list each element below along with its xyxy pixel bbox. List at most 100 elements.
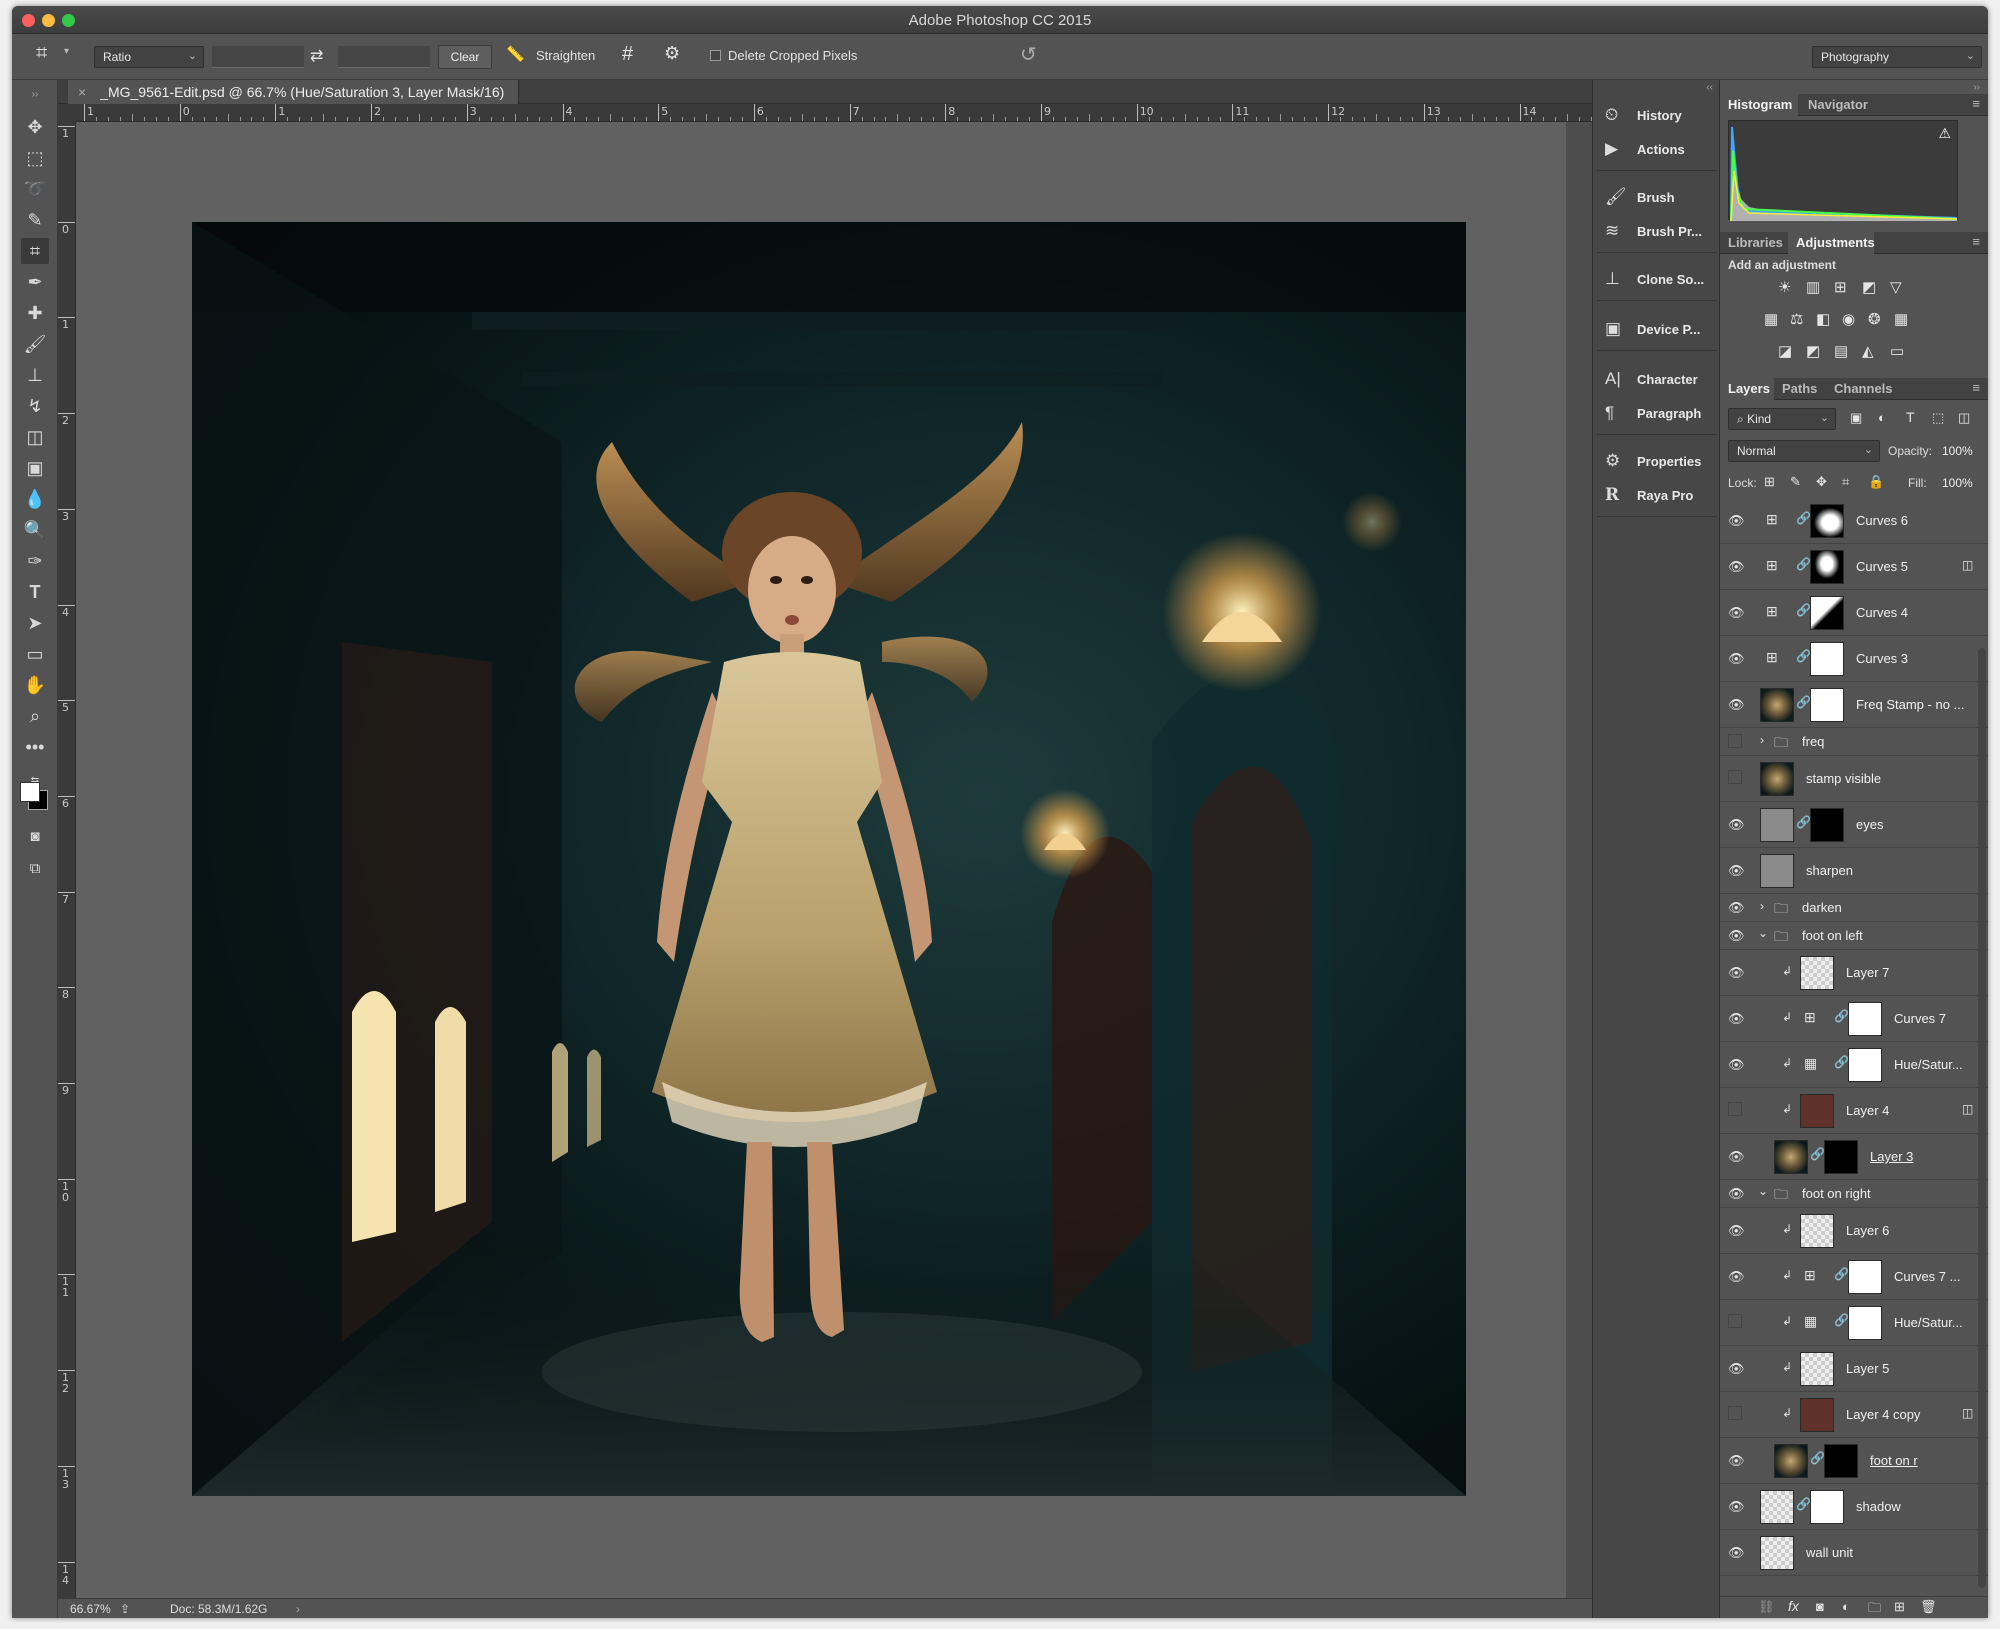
layers-scrollbar[interactable] <box>1978 648 1986 1588</box>
photo-filter-icon[interactable]: ◉ <box>1842 310 1855 328</box>
layer-name[interactable]: Hue/Satur... <box>1894 1315 1963 1330</box>
hue-saturation-icon[interactable]: ▦ <box>1764 310 1778 328</box>
chain-link-icon[interactable]: 🔗 <box>1796 649 1811 663</box>
straighten-label[interactable]: Straighten <box>536 48 595 63</box>
eye-icon[interactable]: 👁 <box>1728 697 1745 713</box>
layer-row[interactable]: 👁 🔗 Layer 3 <box>1720 1134 1988 1180</box>
layer-row[interactable]: 👁 ↲ ⊞ 🔗 Curves 7 <box>1720 996 1988 1042</box>
layer-mask-thumbnail[interactable] <box>1824 1140 1858 1174</box>
pen-tool-icon[interactable]: ✑ <box>21 548 49 574</box>
layer-thumbnail[interactable] <box>1774 1444 1808 1478</box>
layer-thumbnail[interactable] <box>1774 1140 1808 1174</box>
type-tool-icon[interactable]: T <box>21 579 49 605</box>
eye-icon[interactable]: 👁 <box>1728 817 1745 833</box>
collapse-dock-icon[interactable]: ‹‹ <box>1706 82 1713 93</box>
eye-icon[interactable]: 👁 <box>1728 1361 1745 1377</box>
layer-mask-thumbnail[interactable] <box>1810 642 1844 676</box>
lock-pixels-icon[interactable]: ✎ <box>1790 474 1801 490</box>
tab-channels[interactable]: Channels <box>1834 381 1893 396</box>
lasso-tool-icon[interactable]: ➰ <box>21 176 49 202</box>
layer-mask-thumbnail[interactable] <box>1824 1444 1858 1478</box>
layer-thumbnail[interactable] <box>1760 1536 1794 1570</box>
chevron-down-icon[interactable]: ⌄ <box>1758 1184 1768 1198</box>
clone-stamp-tool-icon[interactable]: ⊥ <box>21 362 49 388</box>
eye-icon[interactable]: 👁 <box>1728 513 1745 529</box>
layer-mask-thumbnail[interactable] <box>1810 688 1844 722</box>
layer-thumbnail[interactable] <box>1800 956 1834 990</box>
threshold-icon[interactable]: ▤ <box>1834 342 1848 360</box>
eye-icon[interactable]: 👁 <box>1728 559 1745 575</box>
panel-menu-icon[interactable]: ≡ <box>1972 380 1980 395</box>
path-select-tool-icon[interactable]: ➤ <box>21 610 49 636</box>
quick-select-tool-icon[interactable]: ✎ <box>21 207 49 233</box>
filter-smart-object-icon[interactable]: ◫ <box>1958 410 1970 426</box>
vertical-ruler[interactable]: 101234567891 01 11 21 31 4 <box>58 122 76 1598</box>
chain-link-icon[interactable]: 🔗 <box>1796 511 1811 525</box>
hand-tool-icon[interactable]: ✋ <box>21 672 49 698</box>
chain-link-icon[interactable]: 🔗 <box>1796 603 1811 617</box>
layer-thumbnail[interactable] <box>1760 1490 1794 1524</box>
chain-link-icon[interactable]: 🔗 <box>1796 695 1811 709</box>
marquee-tool-icon[interactable]: ⬚ <box>21 145 49 171</box>
screen-mode-icon[interactable]: ⧉ <box>21 856 49 882</box>
close-tab-icon[interactable]: × <box>78 84 86 100</box>
share-icon[interactable]: ⇪ <box>120 1602 130 1616</box>
lock-artboard-icon[interactable]: ⌗ <box>1842 474 1849 490</box>
layer-group-row[interactable]: 👁 › 🗀 darken <box>1720 894 1988 922</box>
channel-mixer-icon[interactable]: ❂ <box>1868 310 1881 328</box>
layer-row[interactable]: 👁 ⊞ 🔗 Curves 5 ◫ <box>1720 544 1988 590</box>
dock-brush-presets[interactable]: ≋ Brush Pr... <box>1593 216 1719 248</box>
new-layer-icon[interactable]: ⊞ <box>1894 1599 1905 1615</box>
visibility-off-box[interactable] <box>1728 770 1742 784</box>
clear-button[interactable]: Clear <box>438 45 492 69</box>
chain-link-icon[interactable]: 🔗 <box>1834 1009 1849 1023</box>
layer-name[interactable]: Layer 6 <box>1846 1223 1889 1238</box>
layer-row[interactable]: ↲ Layer 4 copy ◫ <box>1720 1392 1988 1438</box>
move-tool-icon[interactable]: ✥ <box>21 114 49 140</box>
layer-row[interactable]: ↲ ▦ 🔗 Hue/Satur... <box>1720 1300 1988 1346</box>
chain-link-icon[interactable]: 🔗 <box>1810 1147 1825 1161</box>
vibrance-icon[interactable]: ▽ <box>1890 278 1902 296</box>
color-lookup-icon[interactable]: ▦ <box>1894 310 1908 328</box>
layer-thumbnail[interactable] <box>1760 688 1794 722</box>
layer-mask-thumbnail[interactable] <box>1810 550 1844 584</box>
layer-name[interactable]: eyes <box>1856 817 1883 832</box>
document-canvas[interactable] <box>76 122 1592 1598</box>
more-tools-icon[interactable]: ••• <box>21 734 49 760</box>
eye-icon[interactable]: 👁 <box>1728 1269 1745 1285</box>
layer-row[interactable]: 👁 wall unit <box>1720 1530 1988 1576</box>
chevron-down-icon[interactable]: ⌄ <box>1758 926 1768 940</box>
chain-link-icon[interactable]: 🔗 <box>1834 1313 1849 1327</box>
fill-value[interactable]: 100% <box>1942 476 1973 490</box>
dock-actions[interactable]: ▶ Actions <box>1593 134 1719 166</box>
curves-icon[interactable]: ⊞ <box>1834 278 1847 296</box>
eye-icon[interactable]: 👁 <box>1728 900 1745 916</box>
gradient-map-icon[interactable]: ▭ <box>1890 342 1904 360</box>
filter-adjustment-icon[interactable]: ◐ <box>1878 410 1886 425</box>
visibility-off-box[interactable] <box>1728 1314 1742 1328</box>
dock-character[interactable]: A| Character <box>1593 364 1719 396</box>
layer-name[interactable]: Freq Stamp - no ... <box>1856 697 1964 712</box>
layer-row[interactable]: 👁 🔗 Freq Stamp - no ... <box>1720 682 1988 728</box>
foreground-color-swatch[interactable] <box>20 782 40 802</box>
collapse-icon[interactable]: ›› <box>21 82 49 108</box>
layer-row[interactable]: 👁 🔗 shadow <box>1720 1484 1988 1530</box>
exposure-icon[interactable]: ◩ <box>1862 278 1876 296</box>
lock-transparent-icon[interactable]: ⊞ <box>1764 474 1775 490</box>
blend-mode-dropdown[interactable]: Normal ⌄ <box>1728 440 1880 462</box>
eye-icon[interactable]: 👁 <box>1728 1499 1745 1515</box>
layer-row[interactable]: 👁 🔗 foot on r <box>1720 1438 1988 1484</box>
layer-row[interactable]: 👁 ↲ Layer 5 <box>1720 1346 1988 1392</box>
vertical-scrollbar[interactable] <box>1566 122 1592 1598</box>
layer-filter-dropdown[interactable]: ⌕ Kind ⌄ <box>1728 408 1836 430</box>
eye-icon[interactable]: 👁 <box>1728 1453 1745 1469</box>
layer-row[interactable]: 👁 ↲ Layer 7 <box>1720 950 1988 996</box>
layer-name[interactable]: shadow <box>1856 1499 1901 1514</box>
lock-all-icon[interactable]: 🔒 <box>1868 474 1884 490</box>
layer-name[interactable]: sharpen <box>1806 863 1853 878</box>
new-adjustment-icon[interactable]: ◐ <box>1842 1599 1850 1614</box>
chevron-down-icon[interactable]: ▾ <box>64 46 69 57</box>
layer-name[interactable]: Layer 4 copy <box>1846 1407 1920 1422</box>
zoom-tool-icon[interactable]: ⌕ <box>21 703 49 729</box>
eye-icon[interactable]: 👁 <box>1728 1057 1745 1073</box>
